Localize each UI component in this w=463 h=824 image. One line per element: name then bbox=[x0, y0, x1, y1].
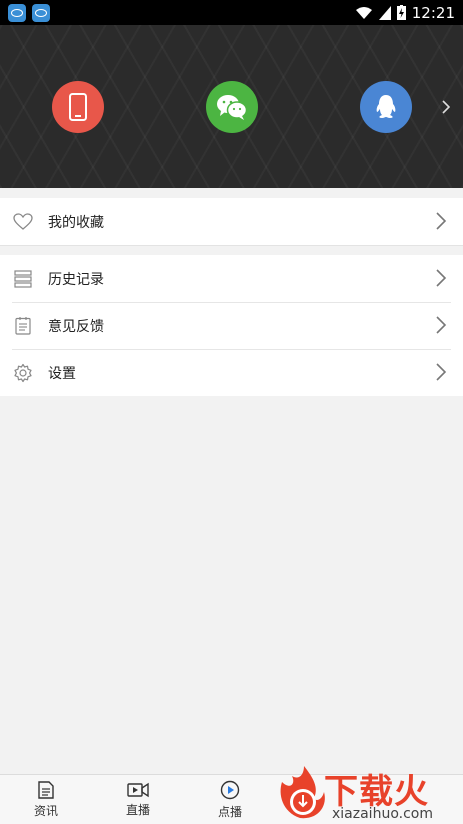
favorites-group: 我的收藏 bbox=[0, 198, 463, 246]
tab-label: 资讯 bbox=[33, 804, 58, 818]
wifi-icon bbox=[355, 6, 372, 19]
tab-live[interactable]: 直播 bbox=[92, 775, 184, 824]
chevron-right-icon[interactable] bbox=[436, 95, 456, 119]
history-icon bbox=[13, 269, 33, 289]
heart-icon bbox=[13, 212, 33, 232]
tab-label: 直播 bbox=[125, 803, 150, 817]
qq-icon bbox=[376, 95, 396, 118]
menu-item-label: 意见反馈 bbox=[48, 318, 104, 335]
app-notification-icon bbox=[32, 3, 50, 22]
phone-login-button[interactable] bbox=[52, 81, 104, 133]
signal-icon bbox=[378, 5, 391, 20]
settings-icon bbox=[13, 363, 33, 383]
tab-vod[interactable]: 点播 bbox=[184, 775, 276, 824]
flame-logo-icon bbox=[280, 766, 325, 819]
app-notification-icon bbox=[8, 3, 26, 22]
tab-label: 点播 bbox=[217, 805, 242, 819]
status-bar: 12:21 bbox=[0, 0, 463, 25]
battery-icon bbox=[396, 5, 406, 20]
menu-item-feedback[interactable]: 意见反馈 bbox=[0, 302, 463, 349]
menu-item-settings[interactable]: 设置 bbox=[0, 349, 463, 396]
chevron-right-icon bbox=[436, 212, 447, 230]
favorites-row[interactable]: 我的收藏 bbox=[0, 198, 463, 245]
menu-item-label: 历史记录 bbox=[48, 271, 104, 288]
news-icon bbox=[38, 781, 54, 799]
phone-icon bbox=[69, 93, 87, 121]
chevron-right-icon bbox=[436, 269, 447, 287]
chevron-right-icon bbox=[436, 363, 447, 381]
watermark: 下载火 xiazaihuo.com bbox=[272, 762, 463, 824]
live-icon bbox=[127, 782, 149, 798]
vod-icon bbox=[220, 780, 240, 800]
menu-group: 历史记录 意见反馈 设置 bbox=[0, 255, 463, 396]
chevron-right-icon bbox=[436, 316, 447, 334]
login-header bbox=[0, 25, 463, 188]
menu-item-history[interactable]: 历史记录 bbox=[0, 255, 463, 302]
favorites-label: 我的收藏 bbox=[48, 214, 104, 231]
wechat-login-button[interactable] bbox=[206, 81, 258, 133]
qq-login-button[interactable] bbox=[360, 81, 412, 133]
status-time: 12:21 bbox=[411, 3, 455, 22]
tab-news[interactable]: 资讯 bbox=[0, 775, 92, 824]
feedback-icon bbox=[13, 316, 33, 336]
watermark-url: xiazaihuo.com bbox=[332, 806, 433, 822]
menu-item-label: 设置 bbox=[48, 365, 76, 382]
wechat-icon bbox=[217, 95, 248, 120]
